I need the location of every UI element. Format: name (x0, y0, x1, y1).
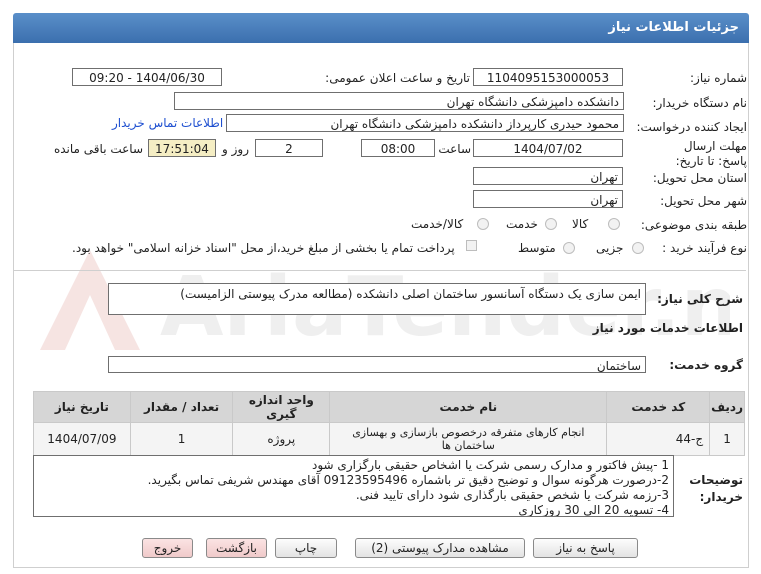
need-number-field: 1104095153000053 (473, 68, 623, 86)
note-line: 3-رزمه شرکت یا شخص حقیقی بارگذاری شود دا… (355, 488, 669, 502)
process-radio-minor[interactable] (632, 242, 644, 254)
city-label: شهر محل تحویل: (660, 194, 747, 208)
row-date: 1404/07/09 (33, 422, 131, 456)
buyer-notes: 1 -پیش فاکتور و مدارک رسمی شرکت یا اشخاص… (33, 455, 674, 517)
deadline-label: مهلت ارسال پاسخ: تا تاریخ: (675, 139, 747, 168)
page-title: جزئیات اطلاعات نیاز (608, 20, 739, 35)
process-option-medium: متوسط (518, 241, 556, 255)
category-option-goods-service: کالا/خدمت (411, 217, 464, 231)
col-code: کد خدمت (606, 391, 711, 423)
service-group-label: گروه خدمت: (669, 358, 743, 372)
remaining-label: ساعت باقی مانده (53, 142, 143, 156)
payment-note: پرداخت تمام یا بخشی از مبلغ خرید،از محل … (72, 241, 455, 255)
attachments-button[interactable]: مشاهده مدارک پیوستی (2) (355, 538, 525, 558)
deadline-date-field: 1404/07/02 (473, 139, 623, 157)
process-label: نوع فرآیند خرید : (662, 241, 747, 255)
days-label: روز و (222, 142, 249, 156)
buyer-contact-link[interactable]: اطلاعات تماس خریدار (112, 116, 223, 130)
category-radio-goods-service[interactable] (477, 218, 489, 230)
announce-label: تاریخ و ساعت اعلان عمومی: (325, 71, 470, 85)
summary-label: شرح کلی نیاز: (657, 292, 743, 306)
col-date: تاریخ نیاز (33, 391, 131, 423)
row-code: ج-44 (606, 422, 711, 456)
divider (14, 270, 746, 271)
col-index: ردیف (709, 391, 745, 423)
deadline-time-field: 08:00 (361, 139, 435, 157)
reply-button[interactable]: پاسخ به نیاز (533, 538, 638, 558)
payment-checkbox[interactable] (466, 240, 477, 251)
province-label: استان محل تحویل: (652, 171, 747, 185)
buyer-org-label: نام دستگاه خریدار: (652, 96, 748, 110)
table-header-row: ردیف کد خدمت نام خدمت واحد اندازه گیری ت… (33, 391, 745, 423)
note-line: 2-درصورت هرگونه سوال و توضیح دقیق تر باش… (147, 473, 669, 487)
category-option-goods: کالا (572, 217, 589, 231)
back-button[interactable]: بازگشت (206, 538, 267, 558)
summary-field: ایمن سازی یک دستگاه آسانسور ساختمان اصلی… (108, 283, 646, 315)
row-unit: پروژه (232, 422, 331, 456)
days-field: 2 (255, 139, 323, 157)
category-option-service: خدمت (506, 217, 538, 231)
note-line: 4- تسویه 20 الی 30 روزکاری (518, 503, 669, 517)
services-table: ردیف کد خدمت نام خدمت واحد اندازه گیری ت… (33, 391, 745, 456)
city-field: تهران (473, 190, 623, 208)
exit-button[interactable]: خروج (142, 538, 193, 558)
need-number-label: شماره نیاز: (690, 71, 747, 85)
category-label: طبقه بندی موضوعی: (640, 218, 747, 232)
notes-label: توضیحات خریدار: (689, 473, 743, 504)
service-group-field: ساختمان (108, 356, 646, 373)
category-radio-goods[interactable] (608, 218, 620, 230)
services-section-title: اطلاعات خدمات مورد نیاز (592, 321, 743, 335)
process-radio-medium[interactable] (563, 242, 575, 254)
creator-field: محمود حیدری کارپرداز دانشکده دامپزشکی دا… (226, 114, 624, 132)
col-qty: تعداد / مقدار (129, 391, 234, 423)
col-name: نام خدمت (329, 391, 608, 423)
print-button[interactable]: چاپ (275, 538, 337, 558)
category-radio-service[interactable] (545, 218, 557, 230)
time-label: ساعت (438, 142, 471, 156)
creator-label: ایجاد کننده درخواست: (636, 120, 747, 134)
buyer-org-field: دانشکده دامپزشکی دانشگاه تهران (174, 92, 624, 110)
remaining-time-field: 17:51:04 (148, 139, 216, 157)
col-unit: واحد اندازه گیری (232, 391, 331, 423)
row-qty: 1 (129, 422, 234, 456)
row-index: 1 (709, 422, 745, 456)
announce-field: 1404/06/30 - 09:20 (72, 68, 222, 86)
table-row: 1 ج-44 انجام کارهای متفرقه درخصوص بازساز… (33, 422, 745, 456)
page-header: جزئیات اطلاعات نیاز (13, 13, 749, 43)
process-option-minor: جزیی (596, 241, 624, 255)
province-field: تهران (473, 167, 623, 185)
note-line: 1 -پیش فاکتور و مدارک رسمی شرکت یا اشخاص… (312, 458, 669, 472)
row-name: انجام کارهای متفرقه درخصوص بازسازی و بهس… (329, 422, 608, 456)
